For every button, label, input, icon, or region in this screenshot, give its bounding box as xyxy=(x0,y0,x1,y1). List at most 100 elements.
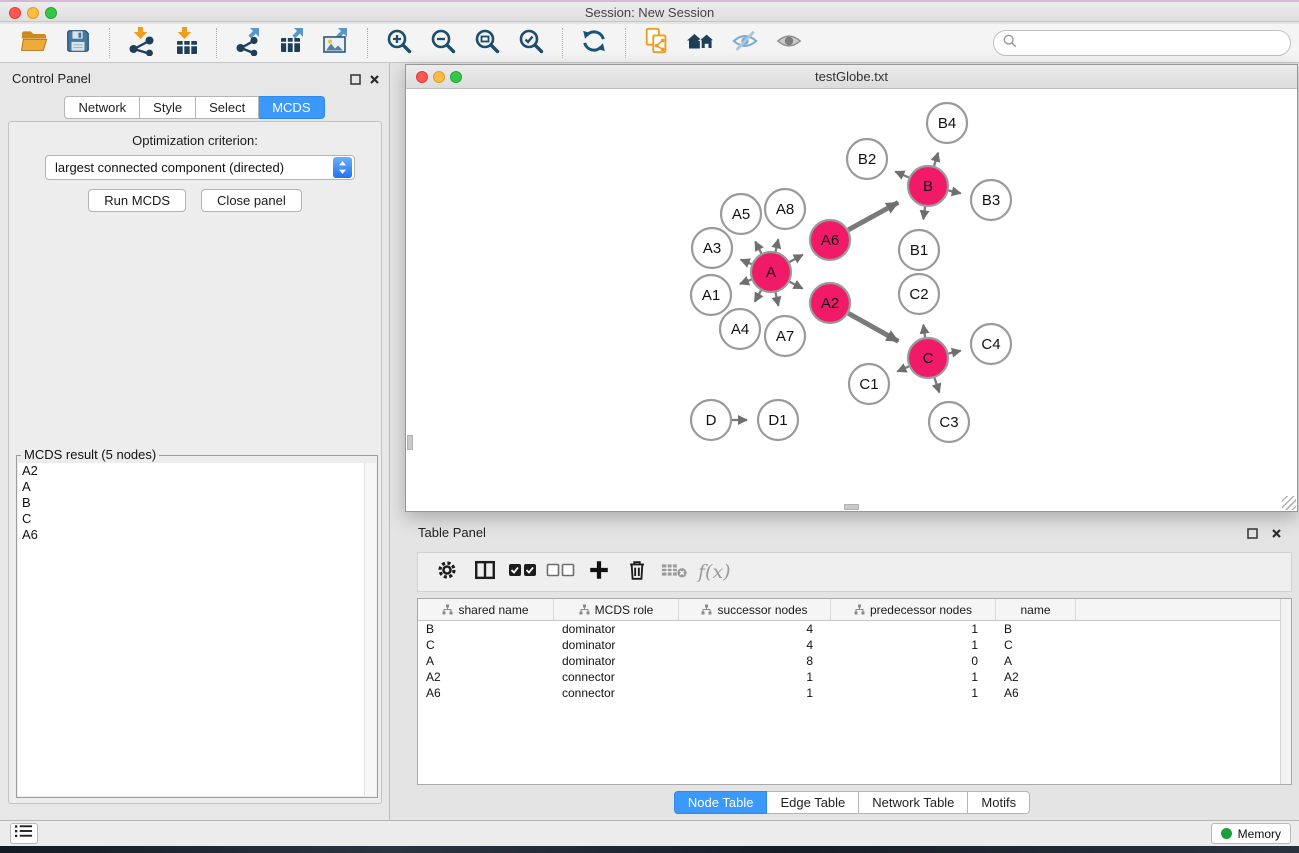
network-edge-C-C3[interactable] xyxy=(935,378,940,393)
network-node-A4[interactable]: A4 xyxy=(720,309,760,349)
network-edge-B-B2[interactable] xyxy=(895,172,908,178)
table-row[interactable]: Bdominator41B xyxy=(418,621,1291,637)
network-node-A2[interactable]: A2 xyxy=(810,283,850,323)
deselect-all-button[interactable] xyxy=(546,557,576,587)
close-panel-button[interactable]: Close panel xyxy=(201,189,302,212)
network-edge-B-B4[interactable] xyxy=(934,153,938,166)
add-entry-button[interactable] xyxy=(584,557,614,587)
show-all-button[interactable] xyxy=(772,27,806,59)
network-node-B1[interactable]: B1 xyxy=(899,230,939,270)
mcds-result-scrollbar[interactable] xyxy=(364,463,376,796)
network-edge-A6-B[interactable] xyxy=(848,202,898,229)
network-node-C4[interactable]: C4 xyxy=(971,324,1011,364)
network-node-A3[interactable]: A3 xyxy=(692,228,732,268)
network-node-A[interactable]: A xyxy=(751,252,791,292)
column-header-successor-nodes[interactable]: successor nodes xyxy=(679,599,831,620)
export-network-button[interactable] xyxy=(231,27,265,59)
first-neighbors-button[interactable] xyxy=(684,27,718,59)
tab-mcds[interactable]: MCDS xyxy=(259,96,324,119)
save-session-button[interactable] xyxy=(61,27,95,59)
network-node-B4[interactable]: B4 xyxy=(927,103,967,143)
column-header-mcds-role[interactable]: MCDS role xyxy=(554,599,679,620)
table-panel-float-icon[interactable] xyxy=(1247,526,1258,544)
criterion-dropdown[interactable]: largest connected component (directed) xyxy=(45,155,355,180)
export-table-button[interactable] xyxy=(275,27,309,59)
network-edge-A-A4[interactable] xyxy=(755,290,761,301)
memory-button[interactable]: Memory xyxy=(1211,823,1291,844)
tab-select[interactable]: Select xyxy=(196,96,259,119)
network-node-D1[interactable]: D1 xyxy=(758,400,798,440)
zoom-selected-button[interactable] xyxy=(514,27,548,59)
network-edge-A-A7[interactable] xyxy=(775,293,778,306)
export-image-button[interactable] xyxy=(319,27,353,59)
zoom-out-button[interactable] xyxy=(426,27,460,59)
network-node-C2[interactable]: C2 xyxy=(899,274,939,314)
network-edge-C-C4[interactable] xyxy=(948,351,960,354)
tab-edge-table[interactable]: Edge Table xyxy=(767,791,859,814)
network-node-A5[interactable]: A5 xyxy=(721,194,761,234)
table-settings-button[interactable] xyxy=(432,557,462,587)
tab-network[interactable]: Network xyxy=(64,96,140,119)
network-node-A1[interactable]: A1 xyxy=(691,275,731,315)
table-scrollbar[interactable] xyxy=(1280,599,1291,784)
select-all-button[interactable] xyxy=(508,557,538,587)
close-panel-icon[interactable] xyxy=(369,72,380,90)
network-vertical-scroll-nub[interactable] xyxy=(407,435,413,450)
open-session-button[interactable] xyxy=(17,27,51,59)
network-horizontal-scroll-nub[interactable] xyxy=(844,504,859,510)
network-node-B2[interactable]: B2 xyxy=(847,139,887,179)
delete-entry-button[interactable] xyxy=(622,557,652,587)
network-node-C[interactable]: C xyxy=(908,338,948,378)
network-node-A8[interactable]: A8 xyxy=(765,189,805,229)
network-node-C3[interactable]: C3 xyxy=(929,402,969,442)
table-cell: 8 xyxy=(679,653,831,669)
search-input[interactable] xyxy=(1022,35,1281,52)
tab-motifs[interactable]: Motifs xyxy=(968,791,1030,814)
network-edge-C-C1[interactable] xyxy=(897,366,908,371)
zoom-in-button[interactable] xyxy=(382,27,416,59)
network-node-D[interactable]: D xyxy=(691,400,731,440)
zoom-fit-button[interactable] xyxy=(470,27,504,59)
column-selector-button[interactable] xyxy=(470,557,500,587)
table-panel-close-icon[interactable] xyxy=(1271,526,1282,544)
column-header-predecessor-nodes[interactable]: predecessor nodes xyxy=(831,599,996,620)
column-header-name[interactable]: name xyxy=(996,599,1076,620)
network-edge-A-A6[interactable] xyxy=(789,255,802,262)
network-node-A6[interactable]: A6 xyxy=(810,220,850,260)
task-history-button[interactable] xyxy=(10,823,38,844)
tab-node-table[interactable]: Node Table xyxy=(674,791,768,814)
table-row[interactable]: Adominator80A xyxy=(418,653,1291,669)
import-table-button[interactable] xyxy=(168,27,202,59)
run-mcds-button[interactable]: Run MCDS xyxy=(88,189,186,212)
network-edge-A-A8[interactable] xyxy=(776,239,779,251)
table-row[interactable]: A2connector11A2 xyxy=(418,669,1291,685)
resize-grip[interactable] xyxy=(1282,496,1296,510)
network-canvas[interactable]: A A1 A2 A3 A4 A5 A6 A7 A8 B B1 B2 B3B4 C C1 C2 C3C4 D D1 xyxy=(406,90,1297,511)
network-edge-A-A1[interactable] xyxy=(740,280,751,284)
network-node-C1[interactable]: C1 xyxy=(849,364,889,404)
network-node-B3[interactable]: B3 xyxy=(971,180,1011,220)
float-panel-icon[interactable] xyxy=(350,72,361,90)
table-row[interactable]: A6connector11A6 xyxy=(418,685,1291,701)
network-edge-A-A2[interactable] xyxy=(790,282,803,289)
refresh-view-button[interactable] xyxy=(577,27,611,59)
network-edge-B-B3[interactable] xyxy=(948,191,960,194)
network-edge-A-A3[interactable] xyxy=(741,260,752,264)
network-window-titlebar[interactable]: testGlobe.txt xyxy=(406,65,1297,89)
network-node-A7[interactable]: A7 xyxy=(765,316,805,356)
import-network-button[interactable] xyxy=(124,27,158,59)
table-row[interactable]: Cdominator41C xyxy=(418,637,1291,653)
column-header-label: shared name xyxy=(458,603,528,617)
network-node-B[interactable]: B xyxy=(908,166,948,206)
mcds-result-list[interactable]: A2ABCA6 xyxy=(18,463,376,796)
tab-network-table[interactable]: Network Table xyxy=(859,791,968,814)
tab-style[interactable]: Style xyxy=(140,96,196,119)
network-edge-B-B1[interactable] xyxy=(923,207,925,220)
hide-selected-button[interactable] xyxy=(728,27,762,59)
search-field[interactable] xyxy=(993,30,1291,56)
network-edge-A-A5[interactable] xyxy=(755,242,761,254)
column-header-shared-name[interactable]: shared name xyxy=(418,599,554,620)
network-edge-A2-C[interactable] xyxy=(848,313,898,341)
new-network-from-selection-button[interactable] xyxy=(640,27,674,59)
network-edge-C-C2[interactable] xyxy=(923,325,925,338)
